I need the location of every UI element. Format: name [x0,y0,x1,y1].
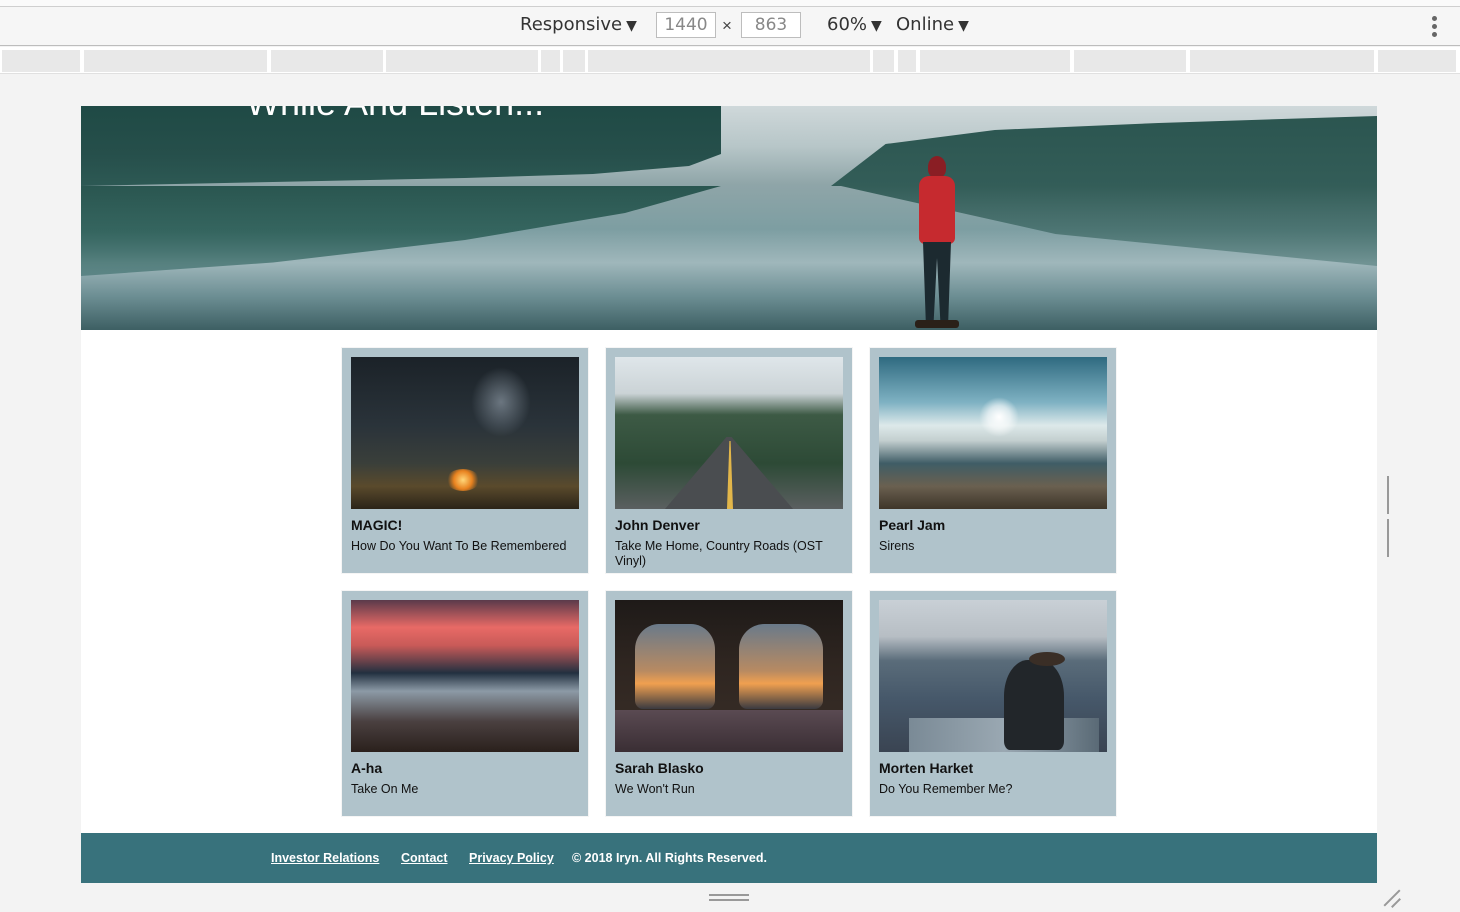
media-query-segment[interactable] [2,50,82,72]
media-query-segment[interactable] [920,50,1072,72]
media-query-segment[interactable] [898,50,918,72]
album-cover-image[interactable] [615,357,843,509]
viewport-height-input[interactable]: 863 [741,12,801,38]
album-card[interactable]: MAGIC! How Do You Want To Be Remembered [342,348,588,573]
card-artist: Pearl Jam [879,517,946,533]
media-query-segment[interactable] [84,50,269,72]
chevron-down-icon: ▼ [626,18,637,34]
footer-copyright: © 2018 Iryn. All Rights Reserved. [572,851,767,865]
hero-person [909,156,965,330]
vertical-resize-handle-icon[interactable] [1387,476,1396,557]
card-song: Do You Remember Me? [879,782,1013,796]
zoom-label: 60% [827,14,868,35]
card-artist: John Denver [615,517,700,533]
album-cover-image[interactable] [879,600,1107,752]
chevron-down-icon: ▼ [958,18,969,34]
media-query-segment[interactable] [1074,50,1188,72]
album-grid: MAGIC! How Do You Want To Be Remembered … [342,348,1116,816]
card-song: We Won't Run [615,782,695,796]
corner-resize-icon[interactable] [1382,888,1402,908]
album-cover-image[interactable] [351,357,579,509]
album-card[interactable]: John Denver Take Me Home, Country Roads … [606,348,852,573]
kebab-vertical-icon[interactable] [1432,16,1438,38]
card-song: Sirens [879,539,915,553]
album-card[interactable]: Morten Harket Do You Remember Me? [870,591,1116,816]
network-label: Online [896,14,955,35]
site-footer: Investor Relations Contact Privacy Polic… [81,833,1377,883]
device-mode-dropdown[interactable]: Responsive ▼ [520,7,637,45]
footer-link-privacy-policy[interactable]: Privacy Policy [469,851,554,865]
footer-link-investor-relations[interactable]: Investor Relations [271,851,379,865]
card-artist: Morten Harket [879,760,974,776]
dimension-separator: × [722,16,732,35]
zoom-dropdown[interactable]: 60% ▼ [827,7,882,45]
hero-title: While And Listen... [246,106,544,124]
hero-banner: While And Listen... [81,106,1377,330]
card-artist: A-ha [351,760,383,776]
card-artist: MAGIC! [351,517,403,533]
album-card[interactable]: A-ha Take On Me [342,591,588,816]
hero-reflection-left [81,186,721,276]
card-song: Take On Me [351,782,419,796]
media-query-segment[interactable] [271,50,385,72]
media-query-segment[interactable] [1378,50,1458,72]
card-artist: Sarah Blasko [615,760,704,776]
window-top-edge [0,0,1460,7]
device-mode-label: Responsive [520,14,623,35]
card-song: How Do You Want To Be Remembered [351,539,567,553]
card-song: Take Me Home, Country Roads (OST Vinyl) [615,539,823,568]
album-cover-image[interactable] [351,600,579,752]
viewport-width-input[interactable]: 1440 [656,12,716,38]
media-query-segment[interactable] [1190,50,1376,72]
album-cover-image[interactable] [879,357,1107,509]
media-query-segment[interactable] [588,50,872,72]
horizontal-resize-handle-icon[interactable] [709,894,749,904]
album-card[interactable]: Pearl Jam Sirens [870,348,1116,573]
footer-link-contact[interactable]: Contact [401,851,448,865]
album-cover-image[interactable] [615,600,843,752]
chevron-down-icon: ▼ [871,18,882,34]
media-query-segment[interactable] [873,50,896,72]
network-throttle-dropdown[interactable]: Online ▼ [896,7,969,45]
media-query-bar [0,47,1460,74]
device-toolbar: Responsive ▼ 1440 × 863 60% ▼ Online ▼ [0,7,1460,46]
media-query-segment[interactable] [563,50,587,72]
media-query-segment[interactable] [541,50,562,72]
emulated-viewport: While And Listen... MAGIC! How Do You Wa… [81,106,1377,883]
media-query-segment[interactable] [386,50,540,72]
album-card[interactable]: Sarah Blasko We Won't Run [606,591,852,816]
